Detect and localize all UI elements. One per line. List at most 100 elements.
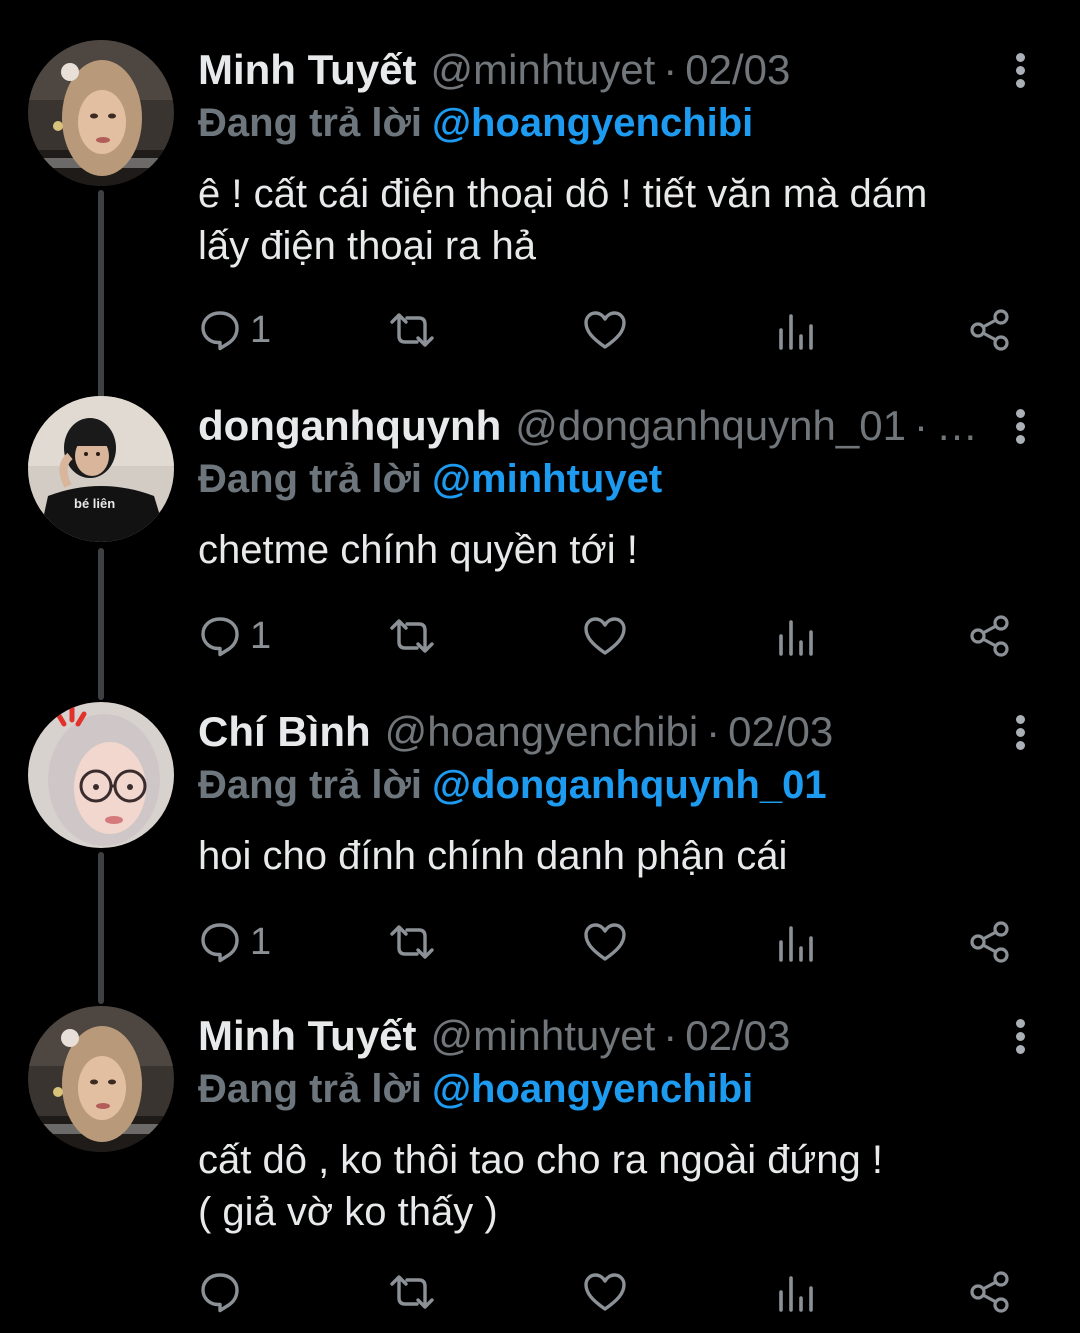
tweet-text-line: cất dô , ko thôi tao cho ra ngoài đứng !: [198, 1138, 883, 1182]
retweet-button[interactable]: [386, 912, 438, 972]
replying-to-label: Đang trả lời: [198, 457, 423, 501]
more-options-icon[interactable]: [1004, 1016, 1038, 1056]
tweet[interactable]: Minh Tuyết @minhtuyet · 02/03 Đang trả lời @…: [0, 966, 1080, 1313]
more-options-icon[interactable]: [1004, 50, 1038, 90]
like-button[interactable]: [582, 1262, 628, 1322]
tweet-header: Minh Tuyết @minhtuyet · 02/03: [198, 44, 790, 96]
tweet-header: donganhquynh @donganhquynh_01 ·…: [198, 400, 978, 452]
separator: ·: [706, 708, 721, 755]
avatar-shirt-text: bé liên: [74, 496, 115, 511]
avatar[interactable]: [28, 702, 174, 848]
reply-button[interactable]: 1: [198, 300, 271, 360]
tweet[interactable]: Chí Bình @hoangyenchibi · 02/03 Đang trả lờ…: [0, 662, 1080, 963]
retweet-button[interactable]: [386, 1262, 438, 1322]
tweet-text: cất dô , ko thôi tao cho ra ngoài đứng !…: [198, 1134, 1048, 1238]
share-button[interactable]: [968, 300, 1012, 360]
reply-mention-link[interactable]: @hoangyenchibi: [432, 1067, 753, 1111]
handle[interactable]: @minhtuyet: [431, 1012, 656, 1059]
reply-count: 1: [250, 615, 272, 657]
replying-to-label: Đang trả lời: [198, 763, 423, 807]
reply-icon: [201, 311, 239, 351]
like-button[interactable]: [582, 606, 628, 666]
avatar-photo: [28, 1006, 174, 1152]
display-name[interactable]: Minh Tuyết: [198, 1012, 417, 1059]
views-button[interactable]: [776, 912, 816, 972]
tweet-date[interactable]: 02/03: [685, 1012, 790, 1059]
more-options-icon[interactable]: [1004, 406, 1038, 446]
tweet-date[interactable]: …: [936, 402, 978, 449]
tweet-header: Chí Bình @hoangyenchibi · 02/03: [198, 706, 833, 758]
separator: ·: [663, 1012, 678, 1059]
tweet-actions: 1: [0, 606, 1080, 666]
tweet-text-line: ê ! cất cái điện thoại dô ! tiết văn mà …: [198, 172, 928, 216]
reply-thread: Minh Tuyết @minhtuyet · 02/03 Đang trả lời @…: [0, 0, 1080, 1333]
handle[interactable]: @minhtuyet: [431, 46, 656, 93]
tweet-date[interactable]: 02/03: [728, 708, 833, 755]
replying-to: Đang trả lời @hoangyenchibi: [198, 1064, 753, 1114]
tweet-text-line: hoi cho đính chính danh phận cái: [198, 834, 788, 878]
reply-mention-link[interactable]: @donganhquynh_01: [432, 763, 827, 807]
retweet-icon: [390, 619, 434, 653]
display-name[interactable]: Minh Tuyết: [198, 46, 417, 93]
views-icon: [779, 1276, 813, 1312]
share-icon: [970, 309, 1009, 351]
separator: ·: [663, 46, 678, 93]
share-button[interactable]: [968, 606, 1012, 666]
views-button[interactable]: [776, 606, 816, 666]
reply-button[interactable]: 1: [198, 912, 271, 972]
replying-to-label: Đang trả lời: [198, 1067, 423, 1111]
tweet-actions: 1: [0, 300, 1080, 360]
like-button[interactable]: [582, 912, 628, 972]
tweet[interactable]: bé liên donganhquynh @donganhquynh_01 ·… Đ…: [0, 356, 1080, 657]
retweet-button[interactable]: [386, 606, 438, 666]
reply-icon: [201, 1273, 239, 1313]
like-icon: [584, 1273, 626, 1311]
avatar-photo: [28, 702, 174, 848]
share-icon: [970, 921, 1009, 963]
tweet-header: Minh Tuyết @minhtuyet · 02/03: [198, 1010, 790, 1062]
avatar-photo: [28, 40, 174, 186]
share-button[interactable]: [968, 912, 1012, 972]
replying-to: Đang trả lời @donganhquynh_01: [198, 760, 827, 810]
reply-button[interactable]: 1: [198, 606, 271, 666]
handle[interactable]: @donganhquynh_01: [515, 402, 906, 449]
reply-count: 1: [250, 921, 272, 963]
retweet-button[interactable]: [386, 300, 438, 360]
tweet-text: ê ! cất cái điện thoại dô ! tiết văn mà …: [198, 168, 1048, 272]
replying-to-label: Đang trả lời: [198, 101, 423, 145]
display-name[interactable]: Chí Bình: [198, 708, 371, 755]
tweet[interactable]: Minh Tuyết @minhtuyet · 02/03 Đang trả lời @…: [0, 0, 1080, 351]
handle[interactable]: @hoangyenchibi: [385, 708, 699, 755]
reply-icon: [201, 617, 239, 657]
share-icon: [970, 1271, 1009, 1313]
display-name[interactable]: donganhquynh: [198, 402, 501, 449]
retweet-icon: [390, 313, 434, 347]
like-icon: [584, 311, 626, 349]
avatar-photo: bé liên: [28, 396, 174, 542]
tweet-text: hoi cho đính chính danh phận cái: [198, 830, 1048, 882]
reply-mention-link[interactable]: @hoangyenchibi: [432, 101, 753, 145]
tweet-actions: 1: [0, 912, 1080, 972]
like-icon: [584, 617, 626, 655]
avatar[interactable]: [28, 40, 174, 186]
replying-to: Đang trả lời @minhtuyet: [198, 454, 662, 504]
like-button[interactable]: [582, 300, 628, 360]
avatar[interactable]: [28, 1006, 174, 1152]
replying-to: Đang trả lời @hoangyenchibi: [198, 98, 753, 148]
tweet-text-line: chetme chính quyền tới !: [198, 528, 638, 572]
tweet-date[interactable]: 02/03: [685, 46, 790, 93]
retweet-icon: [390, 925, 434, 959]
reply-button[interactable]: [198, 1262, 250, 1322]
views-button[interactable]: [776, 300, 816, 360]
more-options-icon[interactable]: [1004, 712, 1038, 752]
tweet-text-line: lấy điện thoại ra hả: [198, 224, 537, 268]
tweet-text: chetme chính quyền tới !: [198, 524, 1048, 576]
reply-mention-link[interactable]: @minhtuyet: [432, 457, 662, 501]
avatar[interactable]: bé liên: [28, 396, 174, 542]
reply-count: 1: [250, 309, 272, 351]
views-icon: [779, 314, 813, 350]
views-button[interactable]: [776, 1262, 816, 1322]
share-button[interactable]: [968, 1262, 1012, 1322]
reply-icon: [201, 923, 239, 963]
views-icon: [779, 926, 813, 962]
